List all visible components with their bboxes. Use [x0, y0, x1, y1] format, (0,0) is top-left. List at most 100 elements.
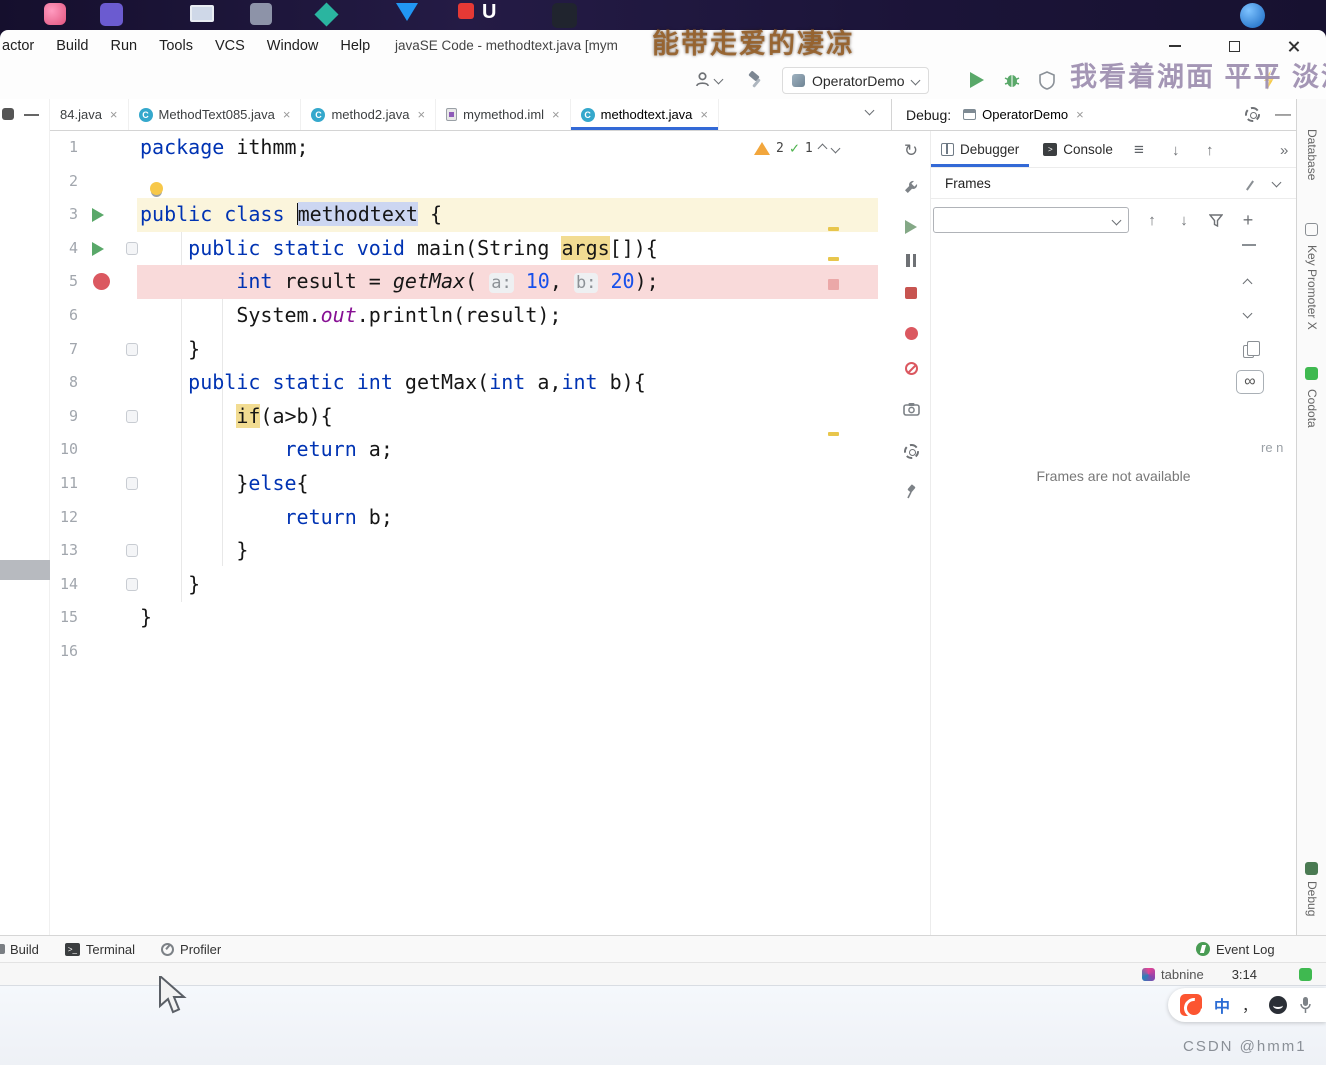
breakpoint-icon[interactable]: [93, 273, 110, 291]
code-line-3[interactable]: 3 public class methodtext {: [50, 198, 891, 232]
thread-combobox[interactable]: [933, 207, 1129, 233]
frame-down-button[interactable]: ↓: [1171, 207, 1197, 233]
close-icon[interactable]: ×: [418, 107, 426, 122]
toolwindow-event-log[interactable]: Event Log: [1196, 942, 1275, 957]
gutter[interactable]: 15: [50, 601, 137, 635]
gutter[interactable]: 7: [50, 333, 138, 367]
microphone-icon[interactable]: [1299, 996, 1312, 1014]
warning-stripe-mark[interactable]: [828, 227, 839, 231]
gutter[interactable]: 14: [50, 568, 138, 602]
menu-hamburger-icon[interactable]: ≡: [1134, 140, 1144, 160]
sidebar-item-database[interactable]: Database: [1305, 129, 1319, 180]
minimize-icon[interactable]: [1242, 244, 1256, 246]
settings-gear-icon[interactable]: [899, 439, 923, 463]
toolwindow-profiler[interactable]: Profiler: [161, 942, 221, 957]
desktop-icon-purple[interactable]: [100, 3, 123, 26]
punctuation-indicator[interactable]: ，: [1242, 995, 1257, 1016]
editor-tab-methodtext.java[interactable]: Cmethodtext.java ×: [571, 99, 720, 130]
menu-item-vcs[interactable]: VCS: [204, 30, 256, 62]
desktop-icon-red[interactable]: [458, 3, 474, 19]
gutter[interactable]: 5: [50, 265, 137, 299]
code-text[interactable]: }: [137, 568, 878, 602]
code-text[interactable]: }: [137, 601, 878, 635]
tab-debugger[interactable]: Debugger: [931, 131, 1029, 167]
build-hammer-icon[interactable]: [746, 70, 766, 90]
gutter[interactable]: 13: [50, 534, 138, 568]
frames-header[interactable]: Frames: [931, 168, 1296, 199]
tabnine-widget[interactable]: tabnine: [1142, 967, 1204, 982]
code-line-11[interactable]: 11 }else{: [50, 467, 891, 501]
gutter[interactable]: 10: [50, 433, 137, 467]
code-text[interactable]: return a;: [137, 433, 878, 467]
coverage-shield-icon[interactable]: [1038, 70, 1056, 90]
code-line-12[interactable]: 12 return b;: [50, 501, 891, 535]
filter-funnel-icon[interactable]: [1203, 207, 1229, 233]
gutter[interactable]: 3: [50, 198, 137, 232]
gutter[interactable]: 8: [50, 366, 137, 400]
gutter[interactable]: 12: [50, 501, 137, 535]
editor-tab-method2.java[interactable]: Cmethod2.java ×: [301, 99, 437, 130]
desktop-icon-gray[interactable]: [250, 3, 272, 25]
prev-problem-icon[interactable]: [817, 143, 828, 153]
settings-gear-icon[interactable]: [1245, 107, 1260, 122]
code-line-6[interactable]: 6 System.out.println(result);: [50, 299, 891, 333]
desktop-icon-dark[interactable]: [552, 3, 577, 28]
hide-panel-icon[interactable]: —: [1275, 99, 1291, 131]
next-problem-icon[interactable]: [830, 143, 841, 153]
csdn-logo-icon[interactable]: [1180, 994, 1202, 1016]
menu-item-actor[interactable]: actor: [0, 30, 45, 62]
code-text[interactable]: public class methodtext {: [137, 198, 878, 232]
caret-position[interactable]: 3:14: [1232, 967, 1257, 982]
gutter[interactable]: 4: [50, 232, 138, 266]
overflow-chevrons-icon[interactable]: »: [1280, 142, 1288, 159]
editor-tab-MethodText085.java[interactable]: C MethodText085.java ×: [129, 99, 302, 130]
editor-tab-mymethod.iml[interactable]: mymethod.iml ×: [436, 99, 571, 130]
code-text[interactable]: }: [137, 333, 878, 367]
camera-icon[interactable]: [899, 397, 923, 421]
ime-indicator[interactable]: 中: [1214, 993, 1230, 1017]
gutter[interactable]: 9: [50, 400, 138, 434]
stream-trace-icon[interactable]: ∞: [1236, 370, 1264, 394]
code-text[interactable]: public static int getMax(int a,int b){: [137, 366, 878, 400]
warning-stripe-mark[interactable]: [828, 257, 839, 261]
code-line-5[interactable]: 5 int result = getMax( a: 10, b: 20);: [50, 265, 891, 299]
menu-item-run[interactable]: Run: [100, 30, 149, 62]
menu-item-build[interactable]: Build: [45, 30, 99, 62]
close-icon[interactable]: ×: [1076, 107, 1084, 122]
menu-item-window[interactable]: Window: [256, 30, 330, 62]
sort-down-icon[interactable]: ↓: [1172, 142, 1180, 159]
tab-console[interactable]: > Console: [1033, 131, 1123, 167]
code-line-8[interactable]: 8 public static int getMax(int a,int b){: [50, 366, 891, 400]
view-breakpoints-icon[interactable]: [899, 321, 923, 345]
close-icon[interactable]: ×: [110, 107, 118, 122]
code-text[interactable]: System.out.println(result);: [137, 299, 878, 333]
code-text[interactable]: if(a>b){: [137, 400, 878, 434]
code-line-4[interactable]: 4 public static void main(String args[])…: [50, 232, 891, 266]
toolwindow-build[interactable]: Build: [10, 942, 39, 957]
warning-stripe-mark[interactable]: [828, 432, 839, 436]
menu-item-tools[interactable]: Tools: [148, 30, 204, 62]
run-button[interactable]: [970, 72, 984, 88]
pin-icon[interactable]: [899, 479, 923, 503]
code-text[interactable]: [137, 165, 878, 199]
user-profile-button[interactable]: [694, 71, 724, 88]
editor-tab-84.java[interactable]: 84.java ×: [50, 99, 129, 130]
gutter[interactable]: 16: [50, 635, 137, 669]
code-text[interactable]: }else{: [137, 467, 878, 501]
debug-bug-button[interactable]: [1002, 70, 1022, 90]
code-line-9[interactable]: 9 if(a>b){: [50, 400, 891, 434]
code-line-7[interactable]: 7 }: [50, 333, 891, 367]
pause-icon[interactable]: [899, 248, 923, 272]
gutter[interactable]: 6: [50, 299, 137, 333]
code-line-15[interactable]: 15}: [50, 601, 891, 635]
toolwindow-terminal[interactable]: >_ Terminal: [64, 942, 135, 957]
chevron-down-icon[interactable]: [1271, 177, 1282, 188]
debug-config-tab[interactable]: OperatorDemo ×: [963, 99, 1084, 130]
rerun-icon[interactable]: ↻: [899, 139, 923, 163]
code-editor[interactable]: 1 package ithmm; 2 3 public class methodtext…: [50, 131, 891, 935]
desktop-icon-pink[interactable]: [44, 3, 66, 25]
close-icon[interactable]: ×: [283, 107, 291, 122]
frame-up-button[interactable]: ↑: [1139, 207, 1165, 233]
sidebar-item-key-promoter[interactable]: Key Promoter X: [1305, 245, 1319, 330]
monitor-icon[interactable]: [190, 5, 214, 22]
